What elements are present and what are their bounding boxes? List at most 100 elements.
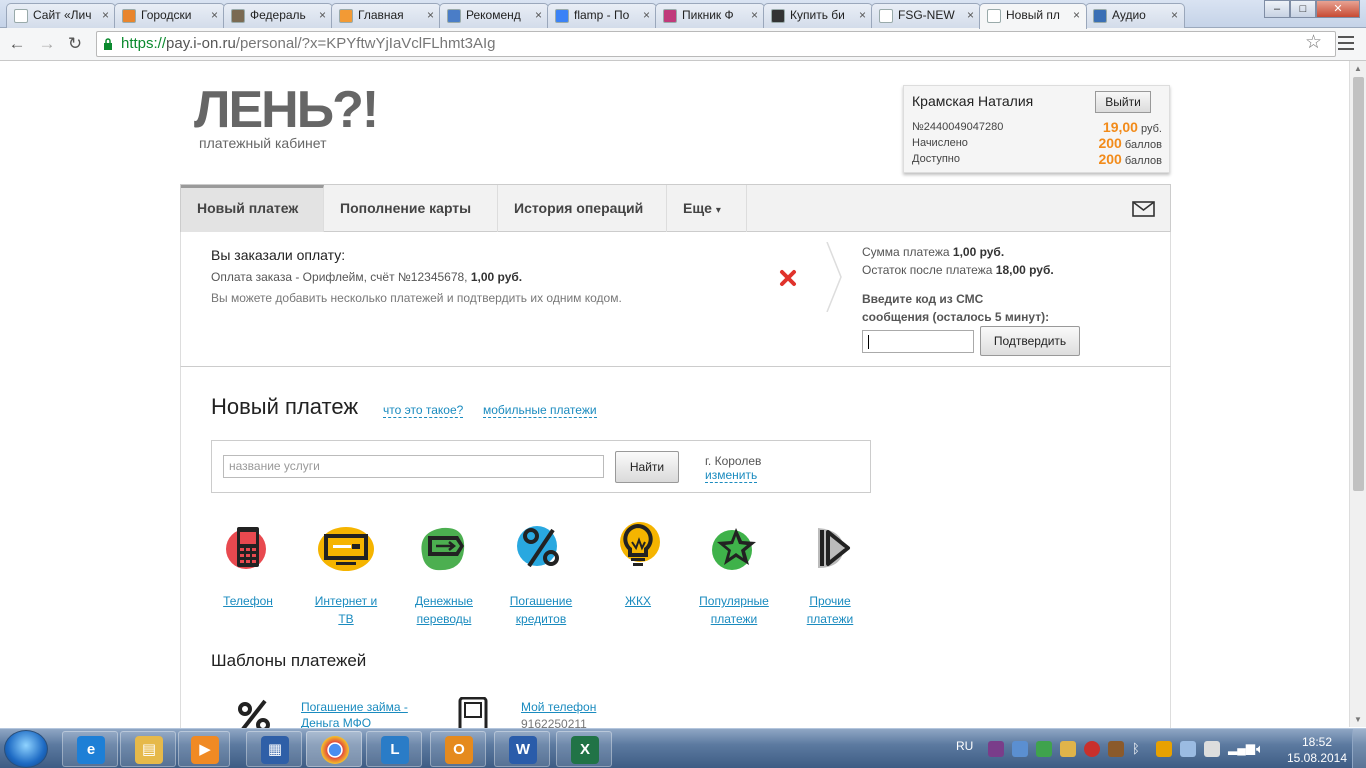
close-tab-icon[interactable]: × — [643, 8, 650, 22]
template-my-phone-link[interactable]: Мой телефон — [521, 699, 596, 715]
page-scrollbar[interactable]: ▲ ▼ — [1349, 61, 1366, 727]
close-tab-icon[interactable]: × — [319, 8, 326, 22]
category-label[interactable]: Погашение кредитов — [510, 592, 572, 628]
taskbar-word[interactable]: W — [494, 731, 550, 767]
taskbar-explorer[interactable]: ▤ — [120, 731, 176, 767]
remove-order-icon[interactable] — [779, 269, 797, 287]
outlook-tray-icon[interactable] — [1156, 741, 1172, 757]
network-icon[interactable]: ▂▄▆ — [1228, 741, 1255, 757]
sync-tray-icon[interactable] — [1036, 741, 1052, 757]
close-window-button[interactable]: ✕ — [1316, 0, 1360, 18]
grid-icon — [339, 9, 353, 23]
taskbar-ie[interactable]: e — [62, 731, 118, 767]
bookmark-star-icon[interactable]: ☆ — [1305, 31, 1322, 54]
category-loan-repayment[interactable]: Погашение кредитов — [494, 520, 588, 628]
close-tab-icon[interactable]: × — [967, 8, 974, 22]
close-tab-icon[interactable]: × — [859, 8, 866, 22]
tools-tray-icon[interactable] — [1060, 741, 1076, 757]
category-label[interactable]: Интернет и ТВ — [315, 592, 377, 628]
taskbar-lync[interactable]: L — [366, 731, 422, 767]
taskbar-calculator[interactable]: ▦ — [246, 731, 302, 767]
browser-tab[interactable]: Федераль × — [223, 3, 333, 28]
taskbar-media-player[interactable]: ▶ — [178, 731, 230, 767]
category-label[interactable]: ЖКХ — [625, 592, 651, 610]
maximize-button[interactable]: □ — [1290, 0, 1316, 18]
forward-icon[interactable]: → — [36, 33, 58, 55]
close-tab-icon[interactable]: × — [751, 8, 758, 22]
category-popular[interactable]: Популярные платежи — [687, 520, 781, 628]
close-tab-icon[interactable]: × — [1171, 8, 1178, 22]
accrued-points: 200 баллов — [1098, 135, 1162, 151]
browser-tab[interactable]: Купить би × — [763, 3, 873, 28]
address-bar[interactable]: https://pay.i-on.ru/personal/?x=KPYftwYj… — [96, 31, 1336, 57]
category-label[interactable]: Денежные переводы — [415, 592, 473, 628]
close-tab-icon[interactable]: × — [211, 8, 218, 22]
browser-tab[interactable]: Городски × — [114, 3, 225, 28]
tray-app-icon[interactable] — [1012, 741, 1028, 757]
service-search-box: название услуги Найти г. Королев изменит… — [211, 440, 871, 493]
card-row: №2440049047280 19,00 руб. — [912, 119, 1162, 135]
browser-tab[interactable]: Аудио × — [1085, 3, 1185, 28]
template-loan-link[interactable]: Погашение займа - Деньга МФО — [301, 699, 408, 731]
category-other[interactable]: Прочие платежи — [783, 520, 877, 628]
tray-app-icon[interactable] — [1108, 741, 1124, 757]
mail-icon[interactable] — [1132, 201, 1155, 217]
reload-icon[interactable]: ↻ — [64, 33, 86, 55]
category-phone[interactable]: Телефон — [201, 520, 295, 610]
minimize-button[interactable]: – — [1264, 0, 1290, 18]
taskbar-excel[interactable]: X — [556, 731, 612, 767]
sms-code-input[interactable] — [862, 330, 974, 353]
close-tab-icon[interactable]: × — [1073, 8, 1080, 22]
category-utilities[interactable]: ЖКХ — [591, 520, 685, 610]
change-city-link[interactable]: изменить — [705, 469, 758, 483]
browser-tab[interactable]: Пикник Ф × — [655, 3, 765, 28]
chrome-menu-icon[interactable] — [1338, 36, 1354, 54]
browser-tab[interactable]: Сайт «Лич × — [6, 3, 116, 28]
nav-new-payment[interactable]: Новый платеж — [181, 185, 324, 232]
tray-app-icon[interactable] — [1180, 741, 1196, 757]
site-logo[interactable]: ЛЕНЬ?! платежный кабинет — [194, 84, 379, 151]
taskbar-chrome[interactable] — [306, 731, 362, 767]
language-indicator[interactable]: RU — [956, 739, 973, 753]
category-internet-tv[interactable]: Интернет и ТВ — [299, 520, 393, 628]
play-icon — [1093, 9, 1107, 23]
opera-tray-icon[interactable] — [1084, 741, 1100, 757]
scroll-down-icon[interactable]: ▼ — [1354, 715, 1362, 724]
scrollbar-thumb[interactable] — [1353, 77, 1364, 491]
taskbar-outlook[interactable]: O — [430, 731, 486, 767]
category-label[interactable]: Прочие платежи — [807, 592, 854, 628]
browser-tab[interactable]: Новый пл × — [979, 3, 1087, 29]
window-controls: – □ ✕ — [1264, 0, 1360, 20]
service-search-input[interactable]: название услуги — [223, 455, 604, 478]
show-desktop-button[interactable] — [1352, 729, 1366, 768]
browser-tab[interactable]: flamp - По × — [547, 3, 657, 28]
browser-tab[interactable]: FSG-NEW × — [871, 3, 981, 28]
order-title: Вы заказали оплату: — [211, 247, 346, 263]
close-tab-icon[interactable]: × — [102, 8, 109, 22]
browser-tab[interactable]: Рекоменд × — [439, 3, 549, 28]
page-icon — [879, 9, 893, 23]
browser-tab[interactable]: Главная × — [331, 3, 441, 28]
volume-icon[interactable]: 🔈︎ — [1256, 741, 1272, 757]
find-button[interactable]: Найти — [615, 451, 679, 483]
start-button[interactable] — [4, 730, 48, 768]
category-money-transfers[interactable]: Денежные переводы — [397, 520, 491, 628]
back-icon[interactable]: ← — [6, 33, 28, 55]
what-is-this-link[interactable]: что это такое? — [383, 404, 464, 418]
category-label[interactable]: Популярные платежи — [699, 592, 769, 628]
nav-more[interactable]: Еще ▾ — [667, 185, 747, 232]
logout-button[interactable]: Выйти — [1095, 91, 1151, 113]
category-label[interactable]: Телефон — [223, 592, 273, 610]
mobile-payments-link[interactable]: мобильные платежи — [483, 404, 597, 418]
scroll-up-icon[interactable]: ▲ — [1354, 64, 1362, 73]
close-tab-icon[interactable]: × — [535, 8, 542, 22]
bluetooth-icon[interactable]: ᛒ — [1132, 741, 1148, 757]
device-tray-icon[interactable] — [1204, 741, 1220, 757]
building-icon — [231, 9, 245, 23]
onenote-tray-icon[interactable] — [988, 741, 1004, 757]
confirm-button[interactable]: Подтвердить — [980, 326, 1080, 356]
system-clock[interactable]: 18:52 15.08.2014 — [1285, 734, 1349, 766]
close-tab-icon[interactable]: × — [427, 8, 434, 22]
nav-card-topup[interactable]: Пополнение карты — [324, 185, 498, 232]
nav-history[interactable]: История операций — [498, 185, 667, 232]
